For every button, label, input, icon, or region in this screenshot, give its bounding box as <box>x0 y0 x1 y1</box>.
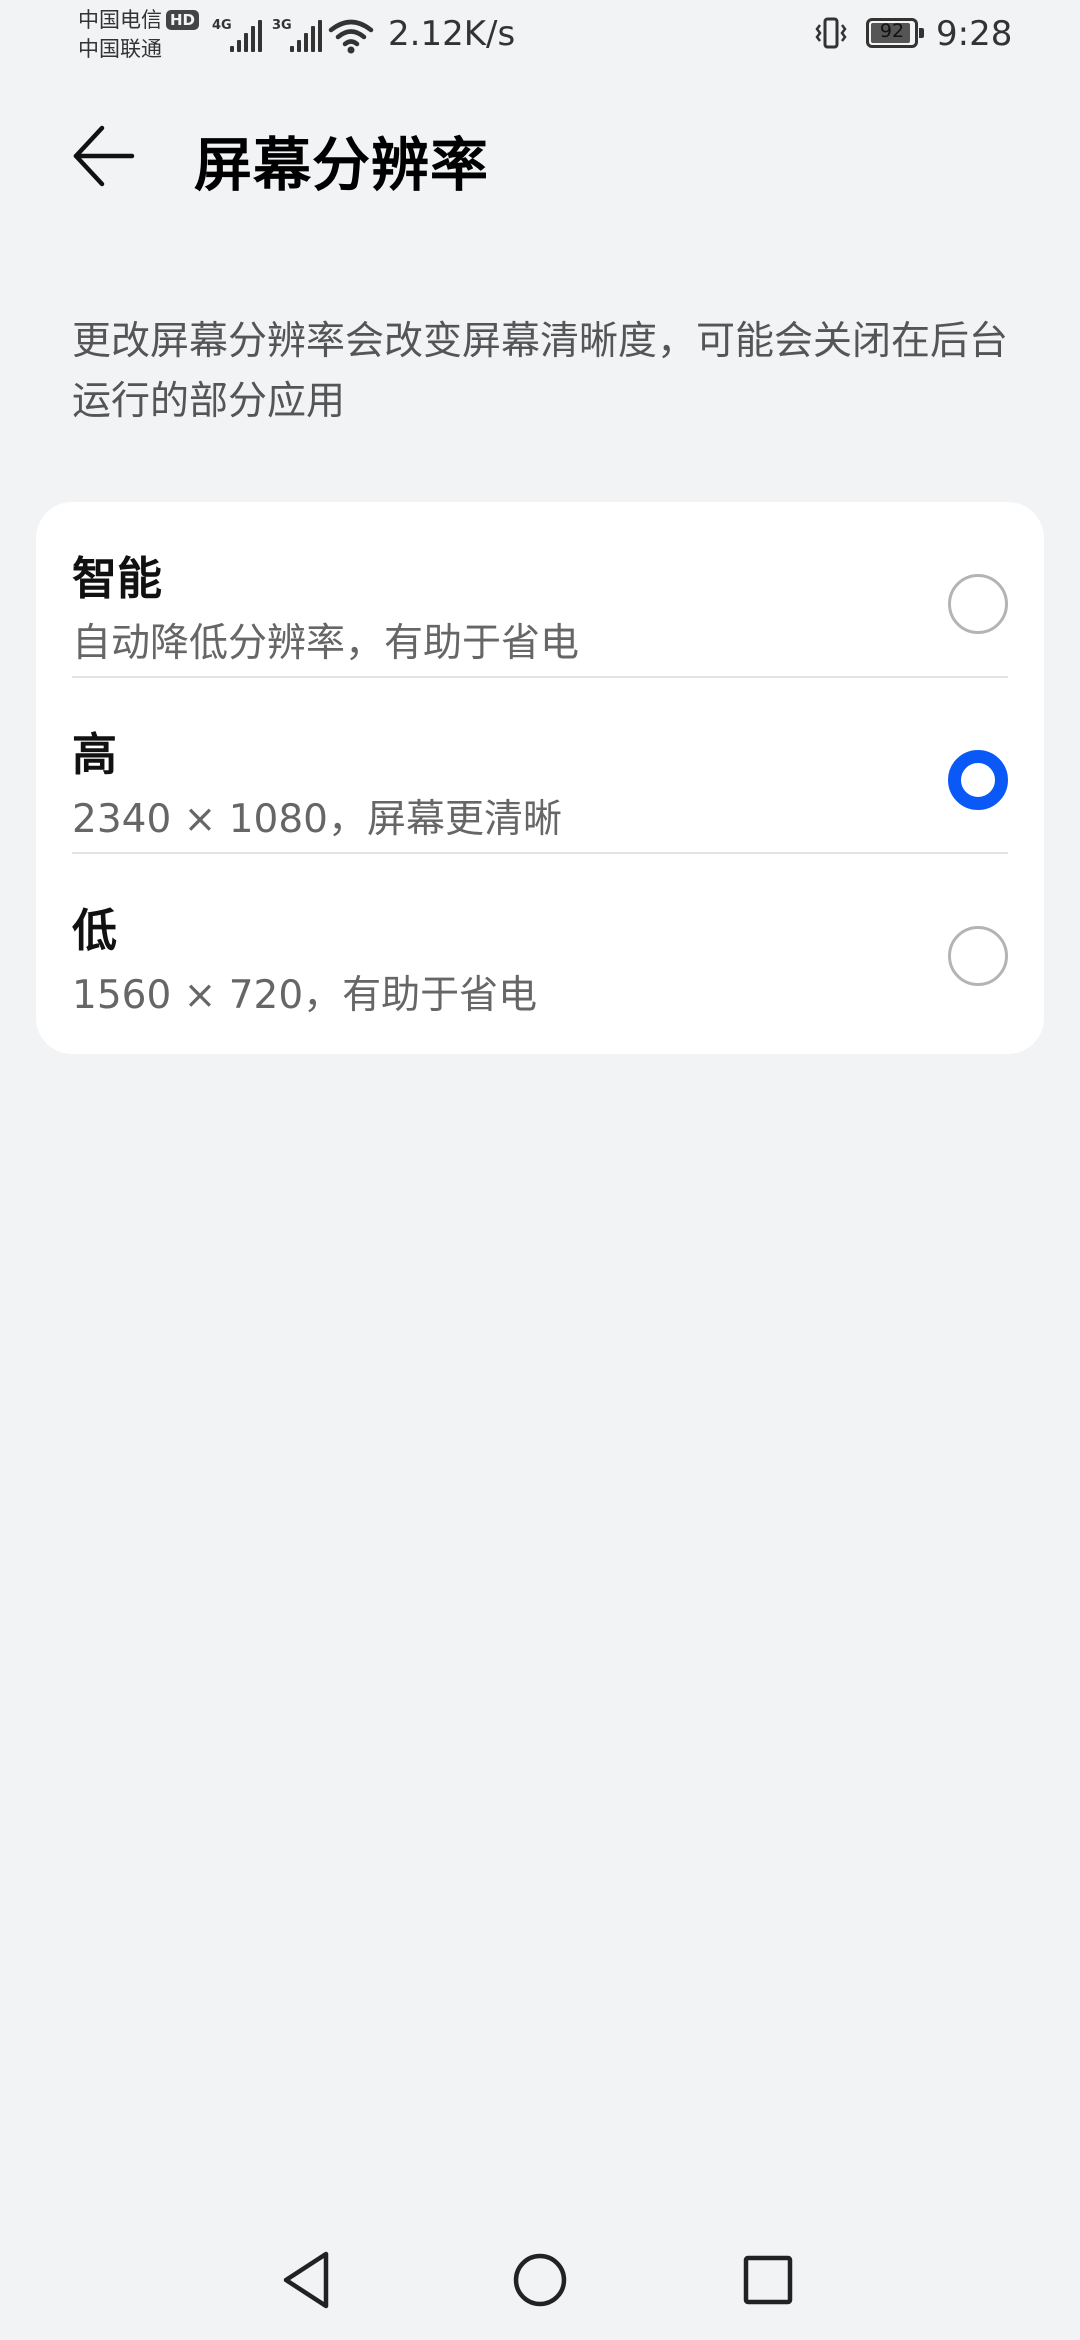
back-button[interactable] <box>70 120 150 200</box>
network-type-2: 3G <box>272 18 292 33</box>
circle-home-icon <box>513 2253 567 2307</box>
hd-badge: HD <box>166 10 200 30</box>
radio-button[interactable] <box>948 926 1008 986</box>
wifi-icon <box>328 19 374 54</box>
battery-level: 92 <box>879 20 905 42</box>
radio-button[interactable] <box>948 574 1008 634</box>
network-type-1: 4G <box>212 18 232 33</box>
triangle-back-icon <box>283 2251 329 2309</box>
back-arrow-icon <box>73 125 135 187</box>
option-smart[interactable]: 智能 自动降低分辨率，有助于省电 <box>36 502 1044 678</box>
nav-recent-button[interactable] <box>728 2240 808 2320</box>
carrier-2: 中国联通 <box>78 37 162 61</box>
radio-button[interactable] <box>948 750 1008 810</box>
option-subtitle: 1560 × 720，有助于省电 <box>72 973 538 1018</box>
option-title: 低 <box>72 904 118 957</box>
carrier-info: 中国电信 HD 中国联通 <box>78 6 200 64</box>
status-bar: 中国电信 HD 中国联通 4G 3G 2.12K/s 92 9:28 <box>0 0 1080 72</box>
option-low[interactable]: 低 1560 × 720，有助于省电 <box>36 854 1044 1030</box>
carrier-1: 中国电信 <box>78 8 162 32</box>
nav-back-button[interactable] <box>268 2240 348 2320</box>
option-subtitle: 2340 × 1080，屏幕更清晰 <box>72 797 562 842</box>
square-recent-icon <box>743 2255 793 2305</box>
option-high[interactable]: 高 2340 × 1080，屏幕更清晰 <box>36 678 1044 854</box>
navigation-bar <box>0 2220 1080 2340</box>
option-title: 智能 <box>72 552 163 605</box>
nav-home-button[interactable] <box>500 2240 580 2320</box>
description-text: 更改屏幕分辨率会改变屏幕清晰度，可能会关闭在后台运行的部分应用 <box>72 319 1009 424</box>
vibrate-icon <box>815 17 847 49</box>
option-title: 高 <box>72 728 118 781</box>
page-title: 屏幕分辨率 <box>194 131 490 199</box>
option-subtitle: 自动降低分辨率，有助于省电 <box>72 621 580 666</box>
network-speed: 2.12K/s <box>388 14 516 54</box>
battery-icon: 92 <box>866 18 924 48</box>
clock: 9:28 <box>936 14 1013 54</box>
resolution-options-card: 智能 自动降低分辨率，有助于省电 高 2340 × 1080，屏幕更清晰 低 1… <box>36 502 1044 1054</box>
